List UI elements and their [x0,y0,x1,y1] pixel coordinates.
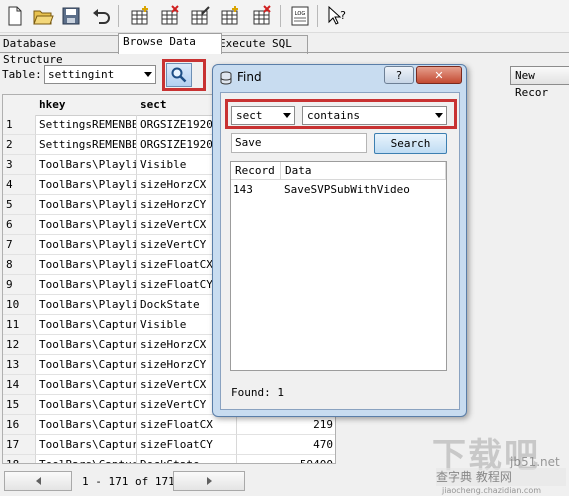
hkey-cell: ToolBars\Playlis [36,275,137,295]
row-number: 18 [3,455,36,463]
toolbar-separator [280,5,281,27]
new-record-button[interactable]: New Recor [510,66,569,99]
hkey-cell: ToolBars\Playlis [36,175,137,195]
hkey-cell: ToolBars\Playlis [36,255,137,275]
hkey-cell: ToolBars\Capture [36,315,137,335]
whats-this-icon[interactable]: ? [325,4,349,28]
tab-bar: Database Structure Browse Data Execute S… [0,33,569,66]
table-label: Table: [2,68,42,81]
hkey-cell: ToolBars\Capture [36,435,137,455]
tab-divider [0,52,569,53]
results-list: Record Data 143 SaveSVPSubWithVideo [230,161,447,371]
modify-table-icon[interactable] [188,4,212,28]
row-number: 14 [3,375,36,395]
save-icon[interactable] [59,4,83,28]
hkey-cell: ToolBars\Playlis [36,215,137,235]
table-row[interactable]: 18ToolBars\CaptureDockState59400 [3,455,335,463]
watermark-url: jiaocheng.chazidian.com [442,486,542,495]
results-header-data[interactable]: Data [281,162,446,180]
close-icon: ✕ [434,68,444,82]
arrow-right-icon [206,477,212,485]
find-dialog-title: Find [237,70,262,84]
find-button-highlight [162,59,206,91]
value-cell: 219 [237,415,335,435]
value-cell: 59400 [237,455,335,463]
find-criteria-highlight [225,99,457,129]
row-number: 6 [3,215,36,235]
row-number: 4 [3,175,36,195]
help-button[interactable]: ? [384,66,414,84]
delete-index-icon[interactable] [250,4,274,28]
row-number: 10 [3,295,36,315]
row-number: 3 [3,155,36,175]
row-number: 11 [3,315,36,335]
hkey-cell: ToolBars\Capture [36,455,137,463]
hkey-cell: ToolBars\Capture [36,415,137,435]
sect-cell: sizeFloatCY [137,435,237,455]
row-number: 2 [3,135,36,155]
next-page-button[interactable] [173,471,245,491]
table-row[interactable]: 17 ToolBars\Capture sizeFloatCY 470 [3,435,335,455]
create-index-icon[interactable] [218,4,242,28]
hkey-cell: ToolBars\Capture [36,355,137,375]
row-number: 16 [3,415,36,435]
table-select-value: settingint [48,68,115,81]
toolbar-separator [118,5,119,27]
row-number: 8 [3,255,36,275]
open-database-icon[interactable] [31,4,55,28]
hkey-cell: ToolBars\Playlis [36,295,137,315]
hkey-cell: SettingsREMENBER [36,115,137,135]
tab-browse-data[interactable]: Browse Data [118,33,222,54]
toolbar-separator [317,5,318,27]
hkey-cell: ToolBars\Playlis [36,235,137,255]
log-icon-label: LOG [295,11,306,17]
database-icon [220,71,232,85]
row-number: 9 [3,275,36,295]
hkey-cell: ToolBars\Playlis [36,155,137,175]
watermark-cn: 查字典 教程网 [436,468,566,486]
hkey-cell: ToolBars\Capture [36,395,137,415]
grid-header-hkey[interactable]: hkey [36,95,141,116]
svg-text:?: ? [340,9,346,22]
result-record: 143 [233,183,253,196]
main-toolbar: LOG ? [0,0,569,33]
row-number: 15 [3,395,36,415]
value-cell: 470 [237,435,335,455]
result-row[interactable]: 143 SaveSVPSubWithVideo [231,181,448,199]
results-header-record[interactable]: Record [231,162,281,180]
hkey-cell: ToolBars\Capture [36,335,137,355]
row-number: 12 [3,335,36,355]
found-count: Found: 1 [231,386,284,399]
delete-table-icon[interactable] [158,4,182,28]
previous-page-button[interactable] [4,471,72,491]
create-table-icon[interactable] [128,4,152,28]
row-number: 1 [3,115,36,135]
table-select[interactable]: settingint [44,65,156,84]
search-input[interactable]: Save [231,133,367,153]
sect-cell: DockState [137,455,237,463]
undo-icon[interactable] [89,4,113,28]
chevron-down-icon [144,72,152,77]
search-button[interactable]: Search [374,133,447,154]
result-data: SaveSVPSubWithVideo [284,183,410,196]
hkey-cell: SettingsREMENBER [36,135,137,155]
close-button[interactable]: ✕ [416,66,462,84]
watermark-site: jb51.net [510,455,560,469]
grid-header-rownum [3,95,40,116]
hkey-cell: ToolBars\Capture [36,375,137,395]
table-row[interactable]: 16 ToolBars\Capture sizeFloatCX 219 [3,415,335,435]
record-count: 1 - 171 of 171 [82,475,175,488]
arrow-left-icon [35,477,41,485]
row-number: 5 [3,195,36,215]
row-number: 13 [3,355,36,375]
hkey-cell: ToolBars\Playlis [36,195,137,215]
sect-cell: sizeFloatCX [137,415,237,435]
new-database-icon[interactable] [3,4,27,28]
row-number: 17 [3,435,36,455]
log-icon[interactable]: LOG [288,4,312,28]
row-number: 7 [3,235,36,255]
